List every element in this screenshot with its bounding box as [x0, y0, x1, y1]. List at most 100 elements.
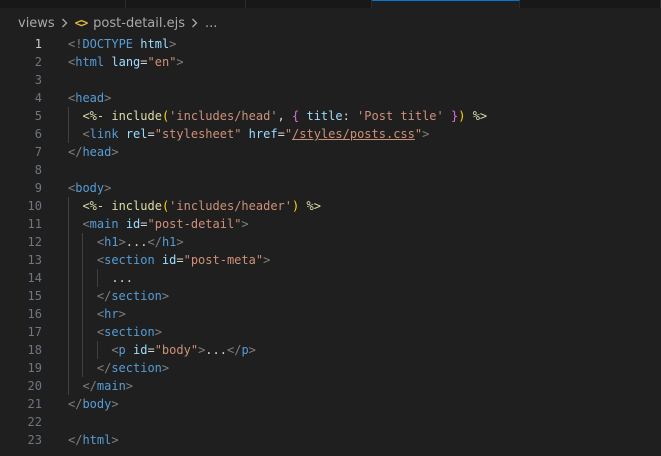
code-line[interactable]: 1 <!DOCTYPE html> — [0, 35, 661, 53]
code-token: > — [263, 253, 271, 267]
code-token: h1 — [161, 235, 177, 249]
indent-guide — [68, 287, 69, 305]
code-line[interactable]: 7 </head> — [0, 143, 661, 161]
line-number: 8 — [34, 163, 42, 177]
chevron-right-icon — [191, 18, 198, 28]
code-text: <p id="body">...</p> — [111, 341, 256, 359]
code-text: <html lang="en"> — [68, 53, 184, 71]
code-token: > — [176, 55, 184, 69]
indent-guide — [82, 359, 84, 377]
line-number: 16 — [27, 307, 42, 321]
code-line[interactable]: 2 <html lang="en"> — [0, 53, 661, 71]
line-number: 9 — [34, 181, 42, 195]
editor-tab[interactable] — [520, 0, 661, 8]
line-number: 7 — [34, 145, 42, 159]
code-line[interactable]: 5 <%- include('includes/head', { title: '… — [0, 107, 661, 125]
code-token: include — [111, 109, 162, 123]
indent-guide — [68, 233, 69, 251]
code-token: 'includes/header' — [169, 199, 292, 213]
code-token: 'Post title' — [357, 109, 444, 123]
code-line[interactable]: 10 <%- include('includes/header') %> — [0, 197, 661, 215]
code-text: <section id="post-meta"> — [97, 251, 270, 269]
breadcrumb-symbols[interactable]: ... — [205, 16, 217, 31]
code-token: <%- — [82, 109, 105, 123]
code-line[interactable]: 16 <hr> — [0, 305, 661, 323]
code-line[interactable]: 20 </main> — [0, 377, 661, 395]
code-token: > — [125, 379, 134, 393]
code-token: html — [75, 55, 105, 69]
indent-guide — [68, 107, 69, 125]
code-line[interactable]: 8 — [0, 161, 661, 179]
code-token: body — [82, 397, 112, 411]
code-line[interactable]: 12 <h1>...</h1> — [0, 233, 661, 251]
code-line[interactable]: 14... — [0, 269, 661, 287]
editor-tab-active[interactable] — [372, 0, 520, 8]
indent-guide — [68, 251, 69, 269]
line-number: 2 — [34, 55, 42, 69]
code-token: < — [111, 343, 119, 357]
code-line[interactable]: 11 <main id="post-detail"> — [0, 215, 661, 233]
code-editor[interactable]: 1 <!DOCTYPE html> 2 <html lang="en"> 3 4 <head… — [0, 35, 661, 449]
line-number: 22 — [27, 415, 42, 429]
code-token: > — [154, 325, 162, 339]
line-number: 1 — [34, 37, 42, 51]
line-number: 17 — [27, 325, 42, 339]
indent-guide — [68, 269, 69, 287]
code-token: </ — [96, 289, 112, 303]
code-text: <body> — [68, 179, 111, 197]
code-token: /styles/posts.css — [292, 127, 415, 141]
code-token: <%- — [82, 199, 105, 213]
indent-guide — [82, 341, 84, 359]
indent-guide — [82, 269, 84, 287]
code-text: <%- include('includes/head', { title: 'P… — [82, 107, 487, 125]
editor-tab[interactable] — [126, 0, 246, 8]
code-token: %> — [306, 199, 321, 213]
code-token: : — [342, 109, 358, 123]
editor-tab[interactable] — [0, 0, 126, 8]
code-line[interactable]: 15 </section> — [0, 287, 661, 305]
line-number: 6 — [34, 127, 42, 141]
indent-guide — [68, 323, 69, 341]
code-line[interactable]: 21 </body> — [0, 395, 661, 413]
breadcrumb-folder[interactable]: views — [18, 16, 55, 31]
code-token: href — [248, 127, 278, 141]
editor-tab[interactable] — [246, 0, 372, 8]
code-line[interactable]: 17 <section> — [0, 323, 661, 341]
code-token: "post-detail" — [147, 217, 242, 231]
code-line[interactable]: 9 <body> — [0, 179, 661, 197]
code-line[interactable]: 22 — [0, 413, 661, 431]
code-line[interactable]: 4 <head> — [0, 89, 661, 107]
line-number: 10 — [27, 199, 42, 213]
code-token: > — [118, 307, 126, 321]
code-token: , — [277, 109, 292, 123]
code-token: "en" — [147, 55, 177, 69]
code-token: = — [176, 253, 184, 267]
indent-guide — [82, 287, 84, 305]
code-token: %> — [472, 109, 488, 123]
code-line[interactable]: 6 <link rel="stylesheet" href="/styles/po… — [0, 125, 661, 143]
code-line[interactable]: 3 — [0, 71, 661, 89]
code-token: "stylesheet" — [154, 127, 242, 141]
line-number: 3 — [34, 73, 42, 87]
code-token: head — [82, 145, 112, 159]
code-token: > — [161, 361, 170, 375]
code-token: </ — [68, 397, 83, 411]
code-line[interactable]: 18 <p id="body">...</p> — [0, 341, 661, 359]
code-text: <%- include('includes/header') %> — [82, 197, 320, 215]
line-number: 12 — [27, 235, 42, 249]
code-line[interactable]: 13 <section id="post-meta"> — [0, 251, 661, 269]
breadcrumb-file[interactable]: post-detail.ejs — [93, 16, 185, 31]
indent-guide — [82, 305, 84, 323]
code-line[interactable]: 23 </html> — [0, 431, 661, 449]
indent-guide — [68, 377, 69, 395]
code-line[interactable]: 19 </section> — [0, 359, 661, 377]
code-token: "post-meta" — [183, 253, 264, 267]
line-number: 5 — [34, 109, 42, 123]
line-number: 15 — [27, 289, 42, 303]
breadcrumb: views <> post-detail.ejs ... — [18, 13, 217, 33]
code-token: < — [82, 127, 90, 141]
